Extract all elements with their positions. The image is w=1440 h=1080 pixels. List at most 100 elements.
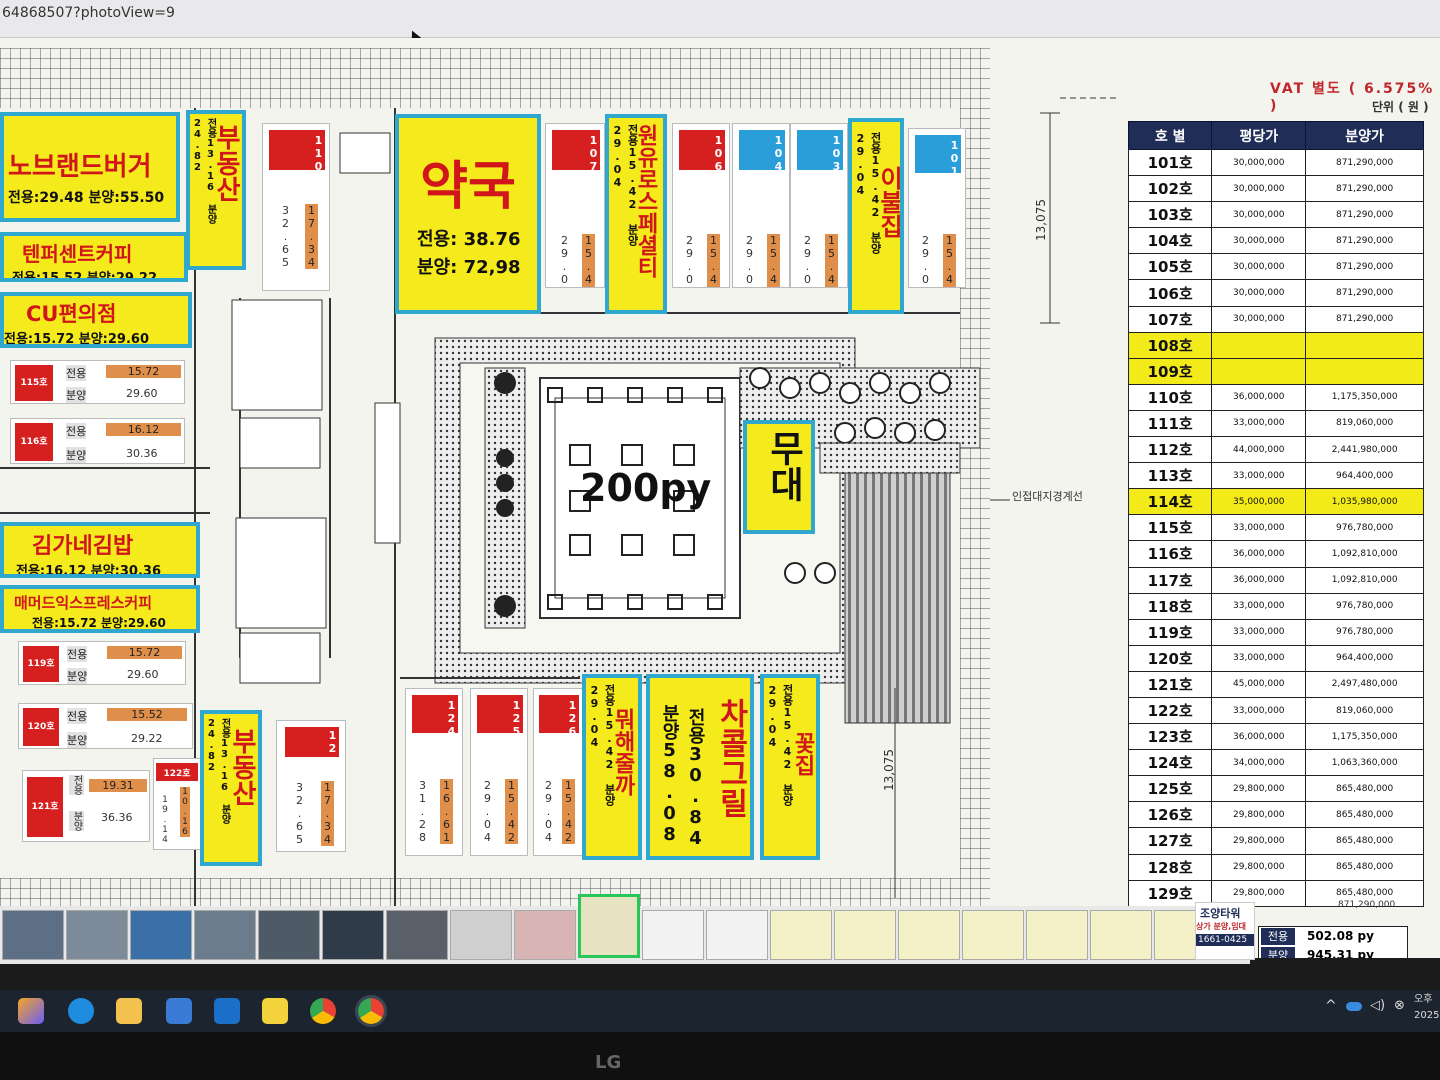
thumbnail[interactable] bbox=[898, 910, 960, 960]
cell-sale-price bbox=[1305, 331, 1424, 359]
hangul-icon[interactable] bbox=[166, 998, 192, 1024]
table-row: 117호 36,000,000 1,092,810,000 bbox=[1127, 566, 1424, 594]
thumbnail[interactable] bbox=[386, 910, 448, 960]
copilot-icon[interactable] bbox=[18, 998, 44, 1024]
tray-chevron-icon[interactable]: ^ bbox=[1325, 998, 1337, 1014]
thumbnail[interactable] bbox=[194, 910, 256, 960]
cell-price-per-pyeong: 33,000,000 bbox=[1211, 644, 1307, 672]
cell-unit: 110호 bbox=[1127, 383, 1213, 411]
cell-sale-price: 2,441,980,000 bbox=[1305, 436, 1424, 464]
label-net: 전용 bbox=[67, 646, 88, 662]
table-row: 125호 29,800,000 865,480,000 bbox=[1127, 775, 1424, 803]
unit-badge: 115호 bbox=[15, 365, 53, 401]
thumbnail[interactable] bbox=[706, 910, 768, 960]
url-text: 64868507?photoView=9 bbox=[2, 5, 175, 21]
store-area: 전용:16.12 분양:30.36 bbox=[16, 564, 162, 578]
file-explorer-icon[interactable] bbox=[116, 998, 142, 1024]
sticky-notes-icon[interactable] bbox=[262, 998, 288, 1024]
thumbnail[interactable] bbox=[258, 910, 320, 960]
total-sale-label: 분양 bbox=[1261, 947, 1295, 958]
cell-sale-price: 1,175,350,000 bbox=[1305, 383, 1424, 411]
thumbnail[interactable] bbox=[322, 910, 384, 960]
cell-sale-price: 865,480,000 bbox=[1305, 775, 1424, 803]
thumbnail[interactable] bbox=[770, 910, 832, 960]
thumbnail[interactable] bbox=[1090, 910, 1152, 960]
volume-icon[interactable]: ◁) bbox=[1370, 998, 1385, 1013]
unit-badge: 120호 bbox=[23, 708, 59, 746]
cell-sale-price: 871,290,000 bbox=[1305, 148, 1424, 177]
unit-107: 107 15.42 29.04 bbox=[545, 123, 605, 288]
clock[interactable]: 오후 2025 bbox=[1414, 992, 1439, 1024]
unit-badge: 122호 bbox=[156, 763, 198, 781]
store-area: 전용:15.72 분양:29.60 bbox=[4, 332, 150, 347]
cell-sale-price: 865,480,000 bbox=[1305, 801, 1424, 829]
value-net: 17.34 bbox=[321, 781, 334, 846]
thumbnail[interactable] bbox=[2, 910, 64, 960]
photo-viewer[interactable]: 13,075 13,075 인접대지경계선 노브랜드버거 전용:29.48 분양… bbox=[0, 38, 1440, 958]
value-sale: 29.04 bbox=[542, 779, 555, 844]
dimension-label-bottom: 13,075 bbox=[882, 749, 896, 791]
chrome-icon[interactable] bbox=[310, 998, 336, 1024]
store-area: 전용13.16 분양24.82 bbox=[192, 118, 216, 224]
onedrive-icon[interactable] bbox=[1346, 1002, 1362, 1011]
edge-icon[interactable] bbox=[68, 998, 94, 1024]
table-row: 113호 33,000,000 964,400,000 bbox=[1127, 462, 1424, 490]
unit-115: 115호 전용 15.72 분양 29.60 bbox=[10, 360, 185, 404]
thumbnail[interactable] bbox=[66, 910, 128, 960]
thumbnail-active[interactable] bbox=[578, 894, 640, 958]
thumbnail-strip[interactable] bbox=[0, 894, 1250, 964]
outlook-icon[interactable] bbox=[214, 998, 240, 1024]
monitor-bezel bbox=[0, 1032, 1440, 1080]
cell-unit: 104호 bbox=[1127, 227, 1213, 255]
table-row: 108호 bbox=[1127, 331, 1424, 359]
notification-icon[interactable]: ⊗ bbox=[1394, 998, 1405, 1013]
cell-price-per-pyeong: 33,000,000 bbox=[1211, 514, 1307, 542]
thumbnail[interactable] bbox=[642, 910, 704, 960]
col-unit: 호 별 bbox=[1127, 121, 1213, 150]
label-sale: 분양 bbox=[67, 732, 88, 748]
unit-101: 101 15.42 29.04 bbox=[908, 128, 966, 288]
cell-price-per-pyeong: 45,000,000 bbox=[1211, 670, 1307, 698]
value-sale: 29.04 bbox=[558, 234, 571, 288]
unit-123: 123 17.34 32.65 bbox=[276, 720, 346, 852]
unit-badge: 116호 bbox=[15, 423, 53, 461]
value-net: 15.42 bbox=[943, 234, 956, 287]
thumbnail[interactable] bbox=[514, 910, 576, 960]
address-bar[interactable]: 64868507?photoView=9 bbox=[0, 0, 1440, 38]
cell-unit: 103호 bbox=[1127, 201, 1213, 229]
cell-sale-price: 1,092,810,000 bbox=[1305, 540, 1424, 568]
cell-price-per-pyeong: 30,000,000 bbox=[1211, 227, 1307, 255]
cell-unit: 112호 bbox=[1127, 436, 1213, 464]
thumbnail[interactable] bbox=[834, 910, 896, 960]
label-sale: 분양 bbox=[69, 811, 84, 831]
total-sale-value: 945.31 py bbox=[1307, 948, 1374, 958]
value-sale: 32.65 bbox=[279, 204, 292, 269]
label-net: 전용 bbox=[66, 423, 87, 439]
store-area-net: 전용: 38.76 bbox=[417, 229, 521, 250]
unit-badge: 121호 bbox=[27, 777, 63, 837]
store-flower-shop: 꽃집 전용15.42 분양29.04 bbox=[760, 674, 820, 860]
cell-sale-price: 964,400,000 bbox=[1305, 462, 1424, 490]
thumbnail[interactable] bbox=[130, 910, 192, 960]
value-net: 15.42 bbox=[707, 234, 720, 287]
thumbnail[interactable] bbox=[450, 910, 512, 960]
store-area: 전용15.42 분양29.04 bbox=[854, 132, 882, 254]
boundary-label: 인접대지경계선 bbox=[1012, 490, 1083, 503]
cell-price-per-pyeong: 36,000,000 bbox=[1211, 540, 1307, 568]
value-net: 15.42 bbox=[767, 234, 780, 287]
value-sale: 29.04 bbox=[919, 234, 932, 288]
unit-122: 122호 10.16 19.14 bbox=[153, 758, 201, 850]
cell-price-per-pyeong: 36,000,000 bbox=[1211, 723, 1307, 751]
contact-card[interactable]: 조양타워 상가 분양,임대 1661-0425 bbox=[1195, 902, 1255, 960]
unit-badge: 110 bbox=[269, 130, 325, 173]
store-area-sale: 분양58.08 bbox=[659, 704, 680, 845]
cell-unit: 120호 bbox=[1127, 644, 1213, 672]
cell-price-per-pyeong: 29,800,000 bbox=[1211, 853, 1307, 881]
chrome-profile-icon[interactable] bbox=[355, 995, 387, 1027]
table-row: 109호 bbox=[1127, 357, 1424, 385]
thumbnail[interactable] bbox=[962, 910, 1024, 960]
thumbnail[interactable] bbox=[1026, 910, 1088, 960]
value-net: 19.31 bbox=[89, 779, 147, 792]
unit-121: 121호 전용 19.31 분양 36.36 bbox=[22, 770, 150, 842]
cell-sale-price: 871,290,000 bbox=[1305, 227, 1424, 255]
